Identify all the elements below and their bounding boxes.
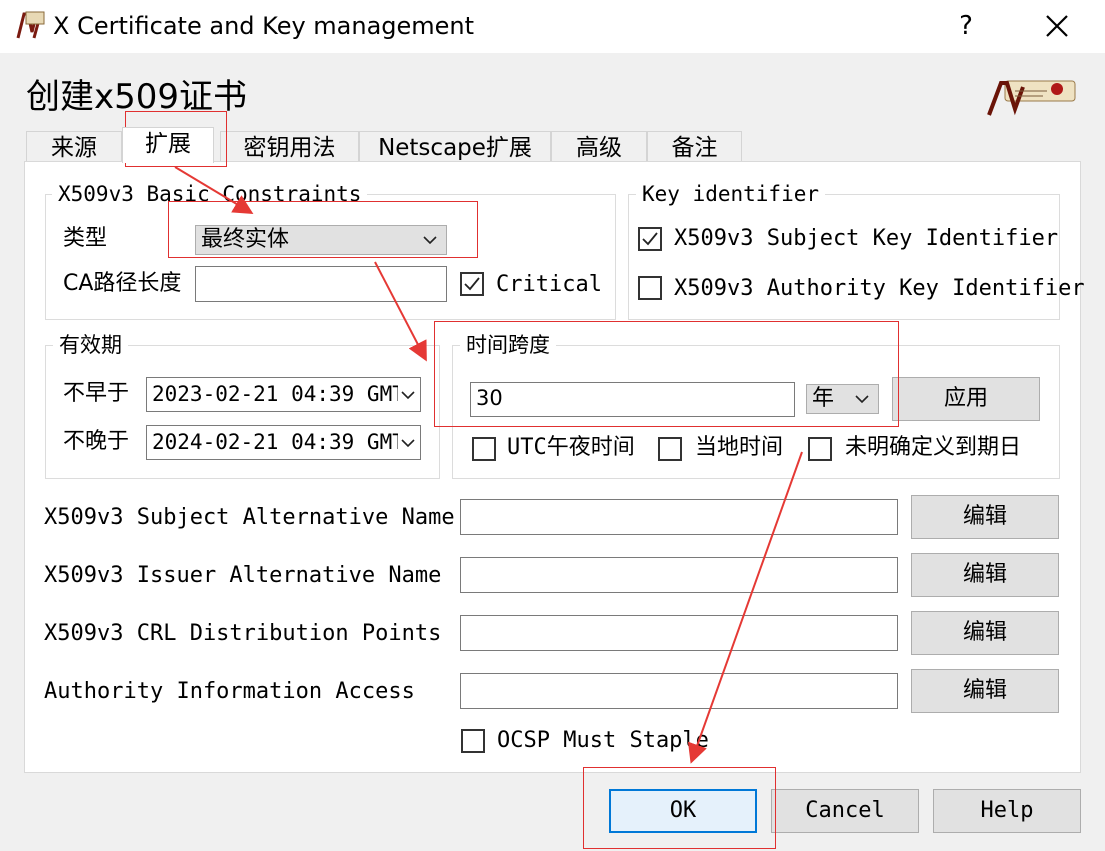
not-after-label: 不晚于	[63, 429, 130, 454]
not-after-picker[interactable]: 2024-02-21 04:39 GMT	[146, 425, 421, 460]
tab-advanced[interactable]: 高级	[551, 131, 647, 161]
authority-key-id-label: X509v3 Authority Key Identifier	[674, 276, 1085, 301]
help-button[interactable]: Help	[933, 789, 1081, 833]
chevron-down-icon	[855, 395, 869, 404]
local-time-checkbox[interactable]	[658, 437, 682, 461]
cancel-button[interactable]: Cancel	[771, 789, 919, 833]
key-identifier-legend: Key identifier	[636, 181, 826, 207]
time-unit-select[interactable]: 年	[806, 384, 879, 414]
critical-label: Critical	[496, 272, 602, 297]
ocsp-must-staple-label: OCSP Must Staple	[497, 728, 709, 753]
local-time-label: 当地时间	[695, 435, 784, 460]
undefined-expiry-checkbox[interactable]	[808, 437, 832, 461]
window-title: X Certificate and Key management	[53, 12, 475, 40]
ca-path-input[interactable]	[195, 266, 447, 302]
crl-distribution-input[interactable]	[460, 615, 898, 651]
tab-netscape[interactable]: Netscape扩展	[359, 131, 551, 161]
edit-authority-info-access-button[interactable]: 编辑	[911, 669, 1059, 713]
checkmark-icon	[642, 232, 658, 246]
help-title-button[interactable]: ?	[948, 6, 984, 46]
critical-checkbox[interactable]	[460, 272, 484, 296]
close-button[interactable]	[1030, 6, 1084, 46]
issuer-alt-name-label: X509v3 Issuer Alternative Name	[44, 563, 442, 588]
subject-key-id-label: X509v3 Subject Key Identifier	[674, 226, 1059, 251]
close-icon	[1046, 15, 1068, 37]
crl-distribution-label: X509v3 CRL Distribution Points	[44, 621, 442, 646]
utc-midnight-label: UTC午夜时间	[507, 435, 635, 460]
time-range-legend: 时间跨度	[460, 332, 556, 358]
ca-path-label: CA路径长度	[63, 271, 182, 296]
not-before-label: 不早于	[63, 381, 130, 406]
issuer-alt-name-input[interactable]	[460, 557, 898, 593]
authority-info-access-input[interactable]	[460, 673, 898, 709]
subject-key-id-checkbox[interactable]	[638, 227, 662, 251]
page-title: 创建x509证书	[26, 77, 248, 117]
chevron-down-icon	[398, 426, 418, 458]
tab-source[interactable]: 来源	[26, 131, 122, 161]
ocsp-must-staple-checkbox[interactable]	[461, 729, 485, 753]
subject-alt-name-input[interactable]	[460, 499, 898, 535]
authority-key-id-checkbox[interactable]	[638, 276, 662, 300]
ok-button[interactable]: OK	[609, 789, 757, 833]
basic-constraints-legend: X509v3 Basic Constraints	[52, 181, 368, 207]
type-label: 类型	[63, 226, 108, 251]
not-after-value: 2024-02-21 04:39 GMT	[152, 430, 405, 454]
tab-extensions[interactable]: 扩展	[122, 127, 214, 163]
type-select-value: 最终实体	[201, 227, 290, 252]
checkmark-icon	[464, 277, 480, 291]
app-scroll-icon	[16, 11, 45, 39]
validity-legend: 有效期	[53, 332, 128, 358]
not-before-value: 2023-02-21 04:39 GMT	[152, 382, 405, 406]
chevron-down-icon	[423, 236, 437, 245]
not-before-picker[interactable]: 2023-02-21 04:39 GMT	[146, 377, 421, 412]
tab-comment[interactable]: 备注	[647, 131, 742, 161]
edit-issuer-alt-name-button[interactable]: 编辑	[911, 553, 1059, 597]
type-select[interactable]: 最终实体	[195, 225, 447, 255]
time-range-input[interactable]: 30	[470, 382, 795, 417]
subject-alt-name-label: X509v3 Subject Alternative Name	[44, 505, 455, 530]
tab-key-usage[interactable]: 密钥用法	[220, 131, 359, 161]
undefined-expiry-label: 未明确定义到期日	[845, 435, 1022, 460]
apply-button[interactable]: 应用	[892, 377, 1040, 421]
utc-midnight-checkbox[interactable]	[472, 437, 496, 461]
time-unit-value: 年	[812, 386, 835, 411]
authority-info-access-label: Authority Information Access	[44, 679, 415, 704]
xca-logo-icon	[987, 80, 1076, 116]
chevron-down-icon	[398, 378, 418, 410]
edit-crl-distribution-button[interactable]: 编辑	[911, 611, 1059, 655]
edit-subject-alt-name-button[interactable]: 编辑	[911, 495, 1059, 539]
